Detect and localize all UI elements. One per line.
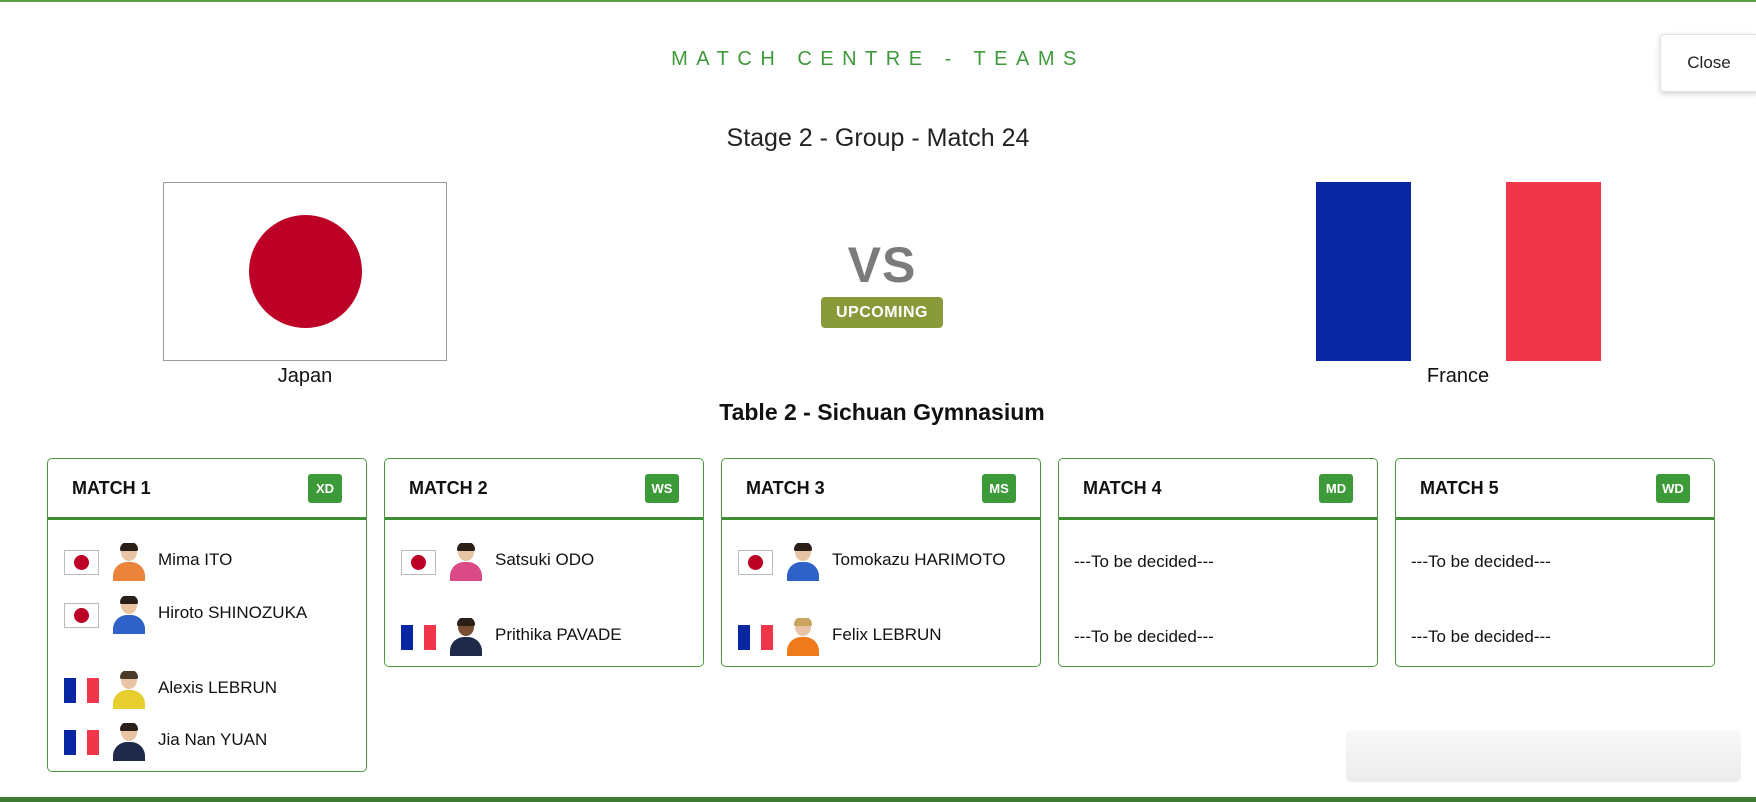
match-card-header: MATCH 4 MD xyxy=(1059,459,1377,520)
match-card-5[interactable]: MATCH 5 WD ---To be decided--- ---To be … xyxy=(1395,458,1715,667)
player-avatar xyxy=(448,543,482,581)
match-card-2[interactable]: MATCH 2 WS Satsuki ODO Prithika PAVADE xyxy=(384,458,704,667)
player-row[interactable]: Mima ITO xyxy=(48,541,366,581)
match-card-1[interactable]: MATCH 1 XD Mima ITO Hiroto SHINOZUKA Ale… xyxy=(47,458,367,772)
event-badge: MS xyxy=(982,474,1016,503)
venue-label: Table 2 - Sichuan Gymnasium xyxy=(719,399,1045,425)
player-row[interactable]: Satsuki ODO xyxy=(385,541,703,581)
player-name: Felix LEBRUN xyxy=(832,625,942,644)
france-white-band xyxy=(1411,182,1506,361)
event-badge: XD xyxy=(308,474,342,503)
match-card-header: MATCH 3 MS xyxy=(722,459,1040,520)
status-badge: UPCOMING xyxy=(821,297,943,328)
france-flag-icon xyxy=(401,625,437,650)
player-row[interactable]: Felix LEBRUN xyxy=(722,616,1040,656)
player-name: Alexis LEBRUN xyxy=(158,678,278,697)
match-title: MATCH 2 xyxy=(409,478,488,498)
player-avatar xyxy=(785,543,819,581)
match-title: MATCH 1 xyxy=(72,478,151,498)
match-title: MATCH 4 xyxy=(1083,478,1162,498)
match-card-header: MATCH 5 WD xyxy=(1396,459,1714,520)
player-name: Satsuki ODO xyxy=(495,550,595,569)
player-name: Hiroto SHINOZUKA xyxy=(158,603,308,622)
player-avatar xyxy=(785,618,819,656)
to-be-decided-label: ---To be decided--- xyxy=(1411,552,1551,571)
france-flag-icon xyxy=(738,625,774,650)
player-avatar xyxy=(111,723,145,761)
player-avatar xyxy=(111,671,145,709)
match-card-3[interactable]: MATCH 3 MS Tomokazu HARIMOTO Felix LEBRU… xyxy=(721,458,1041,667)
player-row[interactable]: Tomokazu HARIMOTO xyxy=(722,541,1040,581)
player-name: Prithika PAVADE xyxy=(495,625,622,644)
match-card-header: MATCH 2 WS xyxy=(385,459,703,520)
match-title: MATCH 3 xyxy=(746,478,825,498)
player-row[interactable]: Jia Nan YUAN xyxy=(48,721,366,761)
modal-bottom-border xyxy=(0,797,1756,802)
to-be-decided-label: ---To be decided--- xyxy=(1411,627,1551,646)
close-button[interactable]: Close xyxy=(1660,34,1756,92)
player-avatar xyxy=(111,596,145,634)
to-be-decided-label: ---To be decided--- xyxy=(1074,627,1214,646)
watermark-overlay xyxy=(1346,730,1741,782)
home-team-name: Japan xyxy=(277,365,333,387)
japan-flag-icon xyxy=(64,603,99,628)
player-name: Jia Nan YUAN xyxy=(158,730,268,749)
player-avatar xyxy=(448,618,482,656)
stage-title: Stage 2 - Group - Match 24 xyxy=(726,124,1030,152)
france-blue-band xyxy=(1316,182,1411,361)
match-card-4[interactable]: MATCH 4 MD ---To be decided--- ---To be … xyxy=(1058,458,1378,667)
event-badge: WS xyxy=(645,474,679,503)
modal-top-border xyxy=(0,0,1756,2)
match-title: MATCH 5 xyxy=(1420,478,1499,498)
player-row[interactable]: Alexis LEBRUN xyxy=(48,669,366,709)
match-card-header: MATCH 1 XD xyxy=(48,459,366,520)
to-be-decided-label: ---To be decided--- xyxy=(1074,552,1214,571)
france-red-band xyxy=(1506,182,1601,361)
event-badge: MD xyxy=(1319,474,1353,503)
player-name: Mima ITO xyxy=(158,550,233,569)
japan-flag-icon xyxy=(401,550,436,575)
event-badge: WD xyxy=(1656,474,1690,503)
france-flag-icon xyxy=(64,730,100,755)
japan-flag-icon xyxy=(64,550,99,575)
flag-france xyxy=(1316,182,1601,361)
player-row[interactable]: Hiroto SHINOZUKA xyxy=(48,594,366,634)
japan-flag-icon xyxy=(738,550,773,575)
france-flag-icon xyxy=(64,678,100,703)
player-avatar xyxy=(111,543,145,581)
player-name: Tomokazu HARIMOTO xyxy=(832,550,1006,569)
player-row[interactable]: Prithika PAVADE xyxy=(385,616,703,656)
away-team-name: France xyxy=(1426,365,1490,387)
modal-title: MATCH CENTRE - TEAMS xyxy=(671,48,1085,70)
